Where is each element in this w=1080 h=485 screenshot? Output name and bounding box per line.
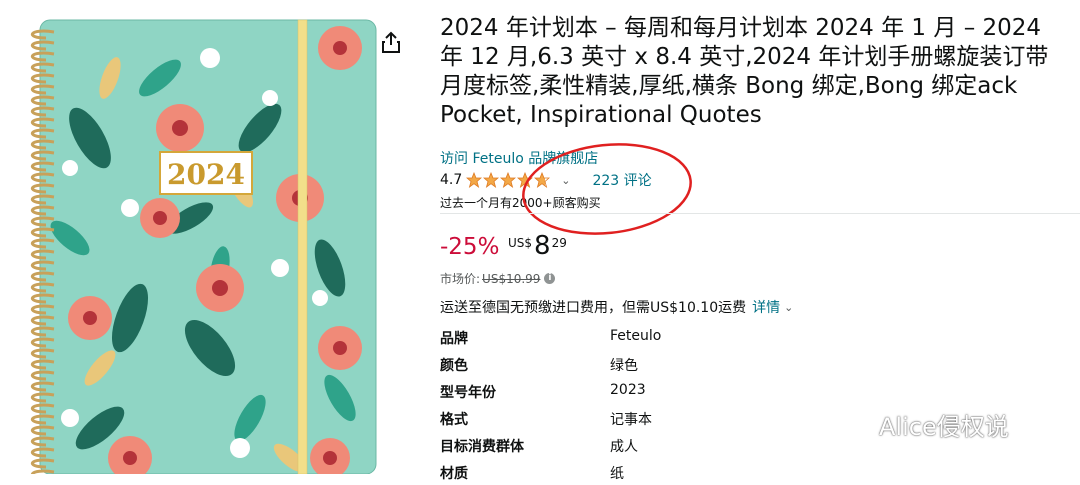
cover-year-text: 2024 (167, 158, 245, 191)
list-price-label: 市场价: (440, 272, 481, 286)
spec-value: Feteulo (610, 328, 662, 344)
shipping-row: 运送至德国无预缴进口费用，但需US$10.10运费 详情 ⌄ (440, 297, 793, 317)
product-image-panel[interactable]: 2024 (0, 0, 380, 474)
spec-row: 品牌 Feteulo (440, 328, 840, 350)
price-fraction: 29 (551, 236, 567, 250)
list-price-row: 市场价: US$10.99 i (440, 270, 556, 287)
rating-value: 4.7 (440, 172, 463, 188)
star-icon (500, 172, 517, 188)
product-image[interactable]: 2024 (10, 18, 380, 474)
spec-row: 型号年份 2023 (440, 382, 840, 404)
list-price: US$10.99 (482, 271, 541, 286)
spec-row: 目标消费群体 成人 (440, 436, 840, 458)
star-icon (466, 172, 483, 188)
watermark-text: Alice侵权说 (879, 413, 1009, 441)
spec-row: 格式 记事本 (440, 409, 840, 431)
spec-key: 格式 (440, 412, 468, 428)
wechat-icon (844, 413, 872, 435)
discount-badge: -25% (440, 234, 500, 260)
spec-value: 成人 (610, 439, 638, 455)
spec-row: 材质 纸 (440, 463, 840, 485)
share-icon[interactable] (378, 30, 404, 56)
product-title: 2024 年计划本 – 每周和每月计划本 2024 年 1 月 – 2024 年… (440, 15, 1049, 128)
spec-value: 绿色 (610, 358, 638, 374)
spec-value: 2023 (610, 382, 646, 398)
watermark: Alice侵权说 (843, 407, 1009, 442)
details-link[interactable]: 详情 (752, 297, 780, 317)
divider (440, 213, 1080, 214)
annotation-circle (522, 143, 692, 235)
spec-row: 颜色 绿色 (440, 355, 840, 377)
spec-value: 纸 (610, 466, 624, 482)
shipping-text: 运送至德国无预缴进口费用，但需US$10.10运费 (440, 300, 747, 316)
spec-key: 目标消费群体 (440, 439, 524, 455)
spec-key: 型号年份 (440, 385, 496, 401)
spec-key: 颜色 (440, 358, 468, 374)
info-icon[interactable]: i (544, 273, 556, 284)
price-currency: US$ (508, 236, 533, 250)
spec-key: 材质 (440, 466, 468, 482)
spec-key: 品牌 (440, 331, 468, 347)
star-icon (483, 172, 500, 188)
spec-value: 记事本 (610, 412, 652, 428)
price-whole: 8 (534, 231, 551, 261)
price: US$ 8 29 (508, 230, 567, 262)
chevron-down-icon[interactable]: ⌄ (784, 301, 793, 314)
